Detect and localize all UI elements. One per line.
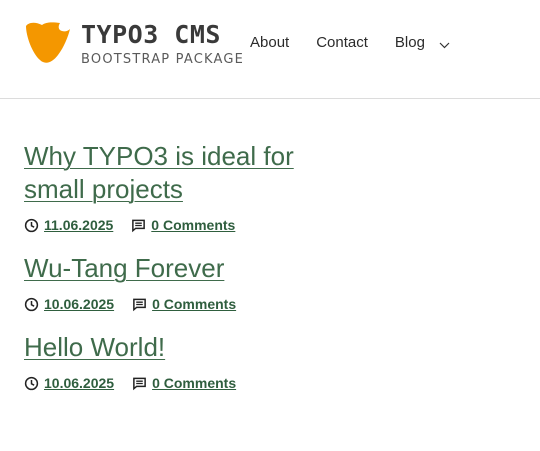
post-meta: 10.06.2025 0 Comments bbox=[24, 296, 324, 312]
post-title-link[interactable]: Hello World! bbox=[24, 331, 324, 364]
nav-item-contact[interactable]: Contact bbox=[316, 34, 368, 51]
logo-title: TYPO3 CMS bbox=[81, 20, 221, 49]
post-title-link[interactable]: Why TYPO3 is ideal for small projects bbox=[24, 140, 324, 206]
blog-post: Wu-Tang Forever 10.06.2025 0 Comments bbox=[24, 252, 324, 312]
post-meta: 11.06.2025 0 Comments bbox=[24, 217, 324, 233]
clock-icon bbox=[24, 376, 39, 390]
post-date-link[interactable]: 10.06.2025 bbox=[44, 375, 114, 391]
main-nav: About Contact Blog bbox=[250, 34, 450, 51]
logo-subtitle: BOOTSTRAP PACKAGE bbox=[81, 52, 245, 67]
post-title-link[interactable]: Wu-Tang Forever bbox=[24, 252, 324, 285]
site-header: TYPO3 CMS BOOTSTRAP PACKAGE About Contac… bbox=[0, 0, 540, 99]
chevron-down-icon[interactable] bbox=[439, 42, 450, 49]
blog-list: Why TYPO3 is ideal for small projects 11… bbox=[24, 140, 324, 401]
post-comments-link[interactable]: 0 Comments bbox=[152, 296, 236, 312]
post-comments-link[interactable]: 0 Comments bbox=[151, 217, 235, 233]
clock-icon bbox=[24, 218, 39, 232]
nav-item-about[interactable]: About bbox=[250, 34, 289, 51]
post-date-link[interactable]: 10.06.2025 bbox=[44, 296, 114, 312]
comment-icon bbox=[133, 298, 146, 311]
nav-item-blog[interactable]: Blog bbox=[395, 34, 450, 51]
site-logo[interactable]: TYPO3 CMS BOOTSTRAP PACKAGE bbox=[24, 19, 244, 67]
post-comments-link[interactable]: 0 Comments bbox=[152, 375, 236, 391]
post-date-link[interactable]: 11.06.2025 bbox=[44, 217, 113, 233]
comment-icon bbox=[133, 377, 146, 390]
nav-item-blog-label: Blog bbox=[394, 34, 425, 51]
post-meta: 10.06.2025 0 Comments bbox=[24, 375, 324, 391]
typo3-logo-icon bbox=[26, 22, 70, 63]
comment-icon bbox=[132, 219, 146, 232]
blog-post: Why TYPO3 is ideal for small projects 11… bbox=[24, 140, 324, 233]
blog-post: Hello World! 10.06.2025 0 Comments bbox=[24, 331, 324, 391]
clock-icon bbox=[24, 297, 39, 311]
